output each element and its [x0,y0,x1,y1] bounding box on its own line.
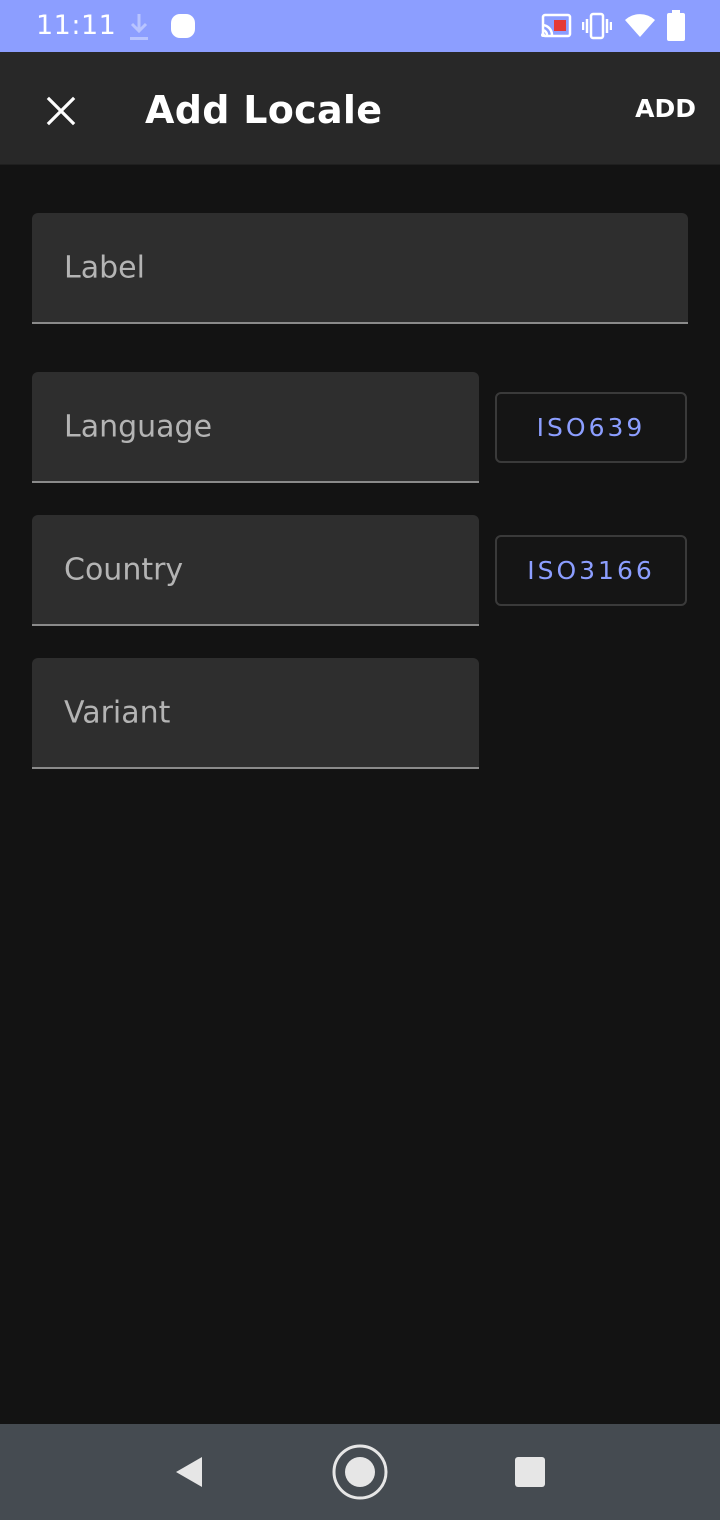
status-bar: 11:11 [0,0,720,52]
iso639-button[interactable]: ISO639 [495,392,687,463]
home-button[interactable] [312,1424,408,1520]
label-placeholder: Label [64,250,145,285]
home-icon [332,1444,388,1500]
recents-icon [515,1457,545,1487]
notification-dot-icon [170,13,196,44]
recents-button[interactable] [482,1424,578,1520]
back-icon [176,1457,202,1487]
variant-field[interactable]: Variant [32,658,479,769]
back-button[interactable] [140,1424,236,1520]
wifi-icon [624,12,656,43]
battery-icon [666,10,686,47]
download-icon [128,12,150,47]
close-icon [46,96,76,126]
cast-icon [540,13,572,44]
variant-placeholder: Variant [64,695,171,730]
screen: 11:11 Add Locale ADD Label Language ISO6… [0,0,720,1520]
language-placeholder: Language [64,409,213,444]
page-title: Add Locale [145,88,383,132]
country-field[interactable]: Country [32,515,479,626]
navigation-bar [0,1424,720,1520]
close-button[interactable] [30,80,92,142]
status-time: 11:11 [36,10,117,41]
app-bar: Add Locale ADD [0,52,720,165]
add-button[interactable]: ADD [635,94,696,123]
vibrate-icon [581,12,613,45]
language-field[interactable]: Language [32,372,479,483]
label-field[interactable]: Label [32,213,688,324]
country-placeholder: Country [64,552,184,587]
iso3166-button[interactable]: ISO3166 [495,535,687,606]
